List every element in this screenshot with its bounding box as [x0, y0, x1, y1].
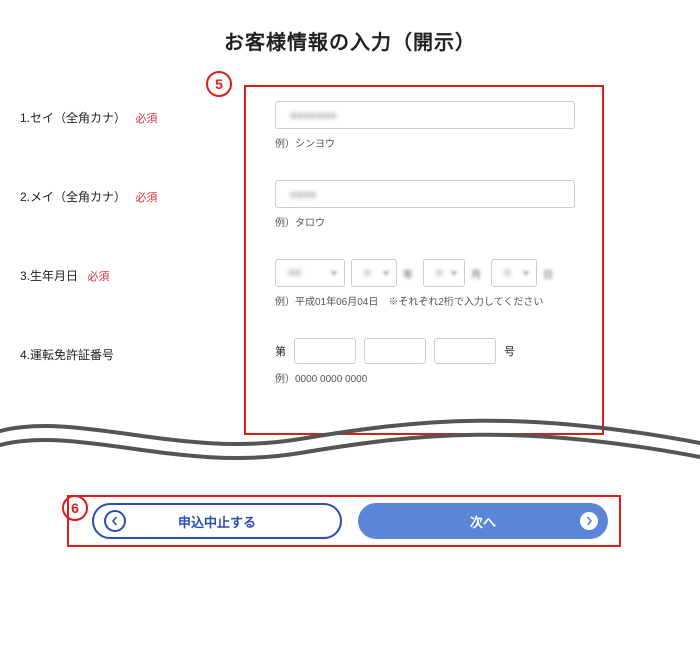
- day-unit: 日: [543, 266, 553, 281]
- row-mei: 2.メイ（全角カナ） 必須 ■■■■ 例）タロウ: [0, 176, 700, 255]
- label-mei: 2.メイ（全角カナ） 必須: [0, 180, 260, 205]
- license-part-2[interactable]: [364, 338, 426, 364]
- day-value-blurred: ■: [498, 267, 511, 279]
- section-divider-wave: [0, 409, 700, 469]
- mei-input[interactable]: ■■■■: [275, 180, 575, 208]
- required-badge: 必須: [135, 192, 157, 204]
- license-suffix: 号: [504, 343, 515, 359]
- era-select[interactable]: ■■: [275, 259, 345, 287]
- month-select[interactable]: ■: [423, 259, 465, 287]
- label-license: 4.運転免許証番号: [0, 338, 260, 363]
- sei-value-blurred: ■■■■■■■: [284, 102, 337, 130]
- license-hint: 例）0000 0000 0000: [275, 370, 640, 385]
- license-part-3[interactable]: [434, 338, 496, 364]
- input-col-sei: ■■■■■■■ 例）シンヨウ: [260, 101, 700, 150]
- year-select[interactable]: ■: [351, 259, 397, 287]
- cancel-button-label: 申込中止する: [178, 512, 256, 531]
- mei-hint: 例）タロウ: [275, 214, 640, 229]
- label-license-text: 4.運転免許証番号: [20, 348, 114, 362]
- label-sei: 1.セイ（全角カナ） 必須: [0, 101, 260, 126]
- label-mei-text: 2.メイ（全角カナ）: [20, 190, 126, 204]
- chevron-down-icon: [450, 271, 458, 276]
- next-button-label: 次へ: [470, 512, 496, 531]
- license-prefix: 第: [275, 343, 286, 359]
- chevron-right-icon: [580, 512, 598, 530]
- input-col-dob: ■■ ■ 年 ■ 月 ■ 日 例）平成01年06月0: [260, 259, 700, 308]
- cancel-button[interactable]: 申込中止する: [92, 503, 342, 539]
- page-title: お客様情報の入力（開示）: [0, 0, 700, 55]
- input-col-license: 第 号 例）0000 0000 0000: [260, 338, 700, 385]
- sei-hint: 例）シンヨウ: [275, 135, 640, 150]
- sei-input[interactable]: ■■■■■■■: [275, 101, 575, 129]
- year-value-blurred: ■: [358, 267, 371, 279]
- label-sei-text: 1.セイ（全角カナ）: [20, 111, 126, 125]
- mei-value-blurred: ■■■■: [284, 181, 317, 209]
- row-sei: 1.セイ（全角カナ） 必須 ■■■■■■■ 例）シンヨウ: [0, 97, 700, 176]
- annotation-number-5: 5: [206, 71, 232, 97]
- chevron-down-icon: [382, 271, 390, 276]
- chevron-down-icon: [522, 271, 530, 276]
- era-value-blurred: ■■: [282, 267, 301, 279]
- customer-info-form: 5 1.セイ（全角カナ） 必須 ■■■■■■■ 例）シンヨウ 2.メイ（全角カナ…: [0, 97, 700, 399]
- license-part-1[interactable]: [294, 338, 356, 364]
- next-button[interactable]: 次へ: [358, 503, 608, 539]
- required-badge: 必須: [135, 113, 157, 125]
- dob-hint: 例）平成01年06月04日 ※それぞれ2桁で入力してください: [275, 293, 640, 308]
- row-dob: 3.生年月日 必須 ■■ ■ 年 ■ 月 ■: [0, 255, 700, 334]
- dob-group: ■■ ■ 年 ■ 月 ■ 日: [275, 259, 640, 287]
- year-unit: 年: [403, 266, 413, 281]
- input-col-mei: ■■■■ 例）タロウ: [260, 180, 700, 229]
- row-license: 4.運転免許証番号 第 号 例）0000 0000 0000: [0, 334, 700, 399]
- chevron-down-icon: [330, 271, 338, 276]
- label-dob: 3.生年月日 必須: [0, 259, 260, 284]
- action-button-bar: 申込中止する 次へ: [37, 493, 663, 549]
- required-badge: 必須: [87, 271, 109, 283]
- month-value-blurred: ■: [430, 267, 443, 279]
- label-dob-text: 3.生年月日: [20, 269, 78, 283]
- month-unit: 月: [471, 266, 481, 281]
- chevron-left-icon: [104, 510, 126, 532]
- license-group: 第 号: [275, 338, 640, 364]
- day-select[interactable]: ■: [491, 259, 537, 287]
